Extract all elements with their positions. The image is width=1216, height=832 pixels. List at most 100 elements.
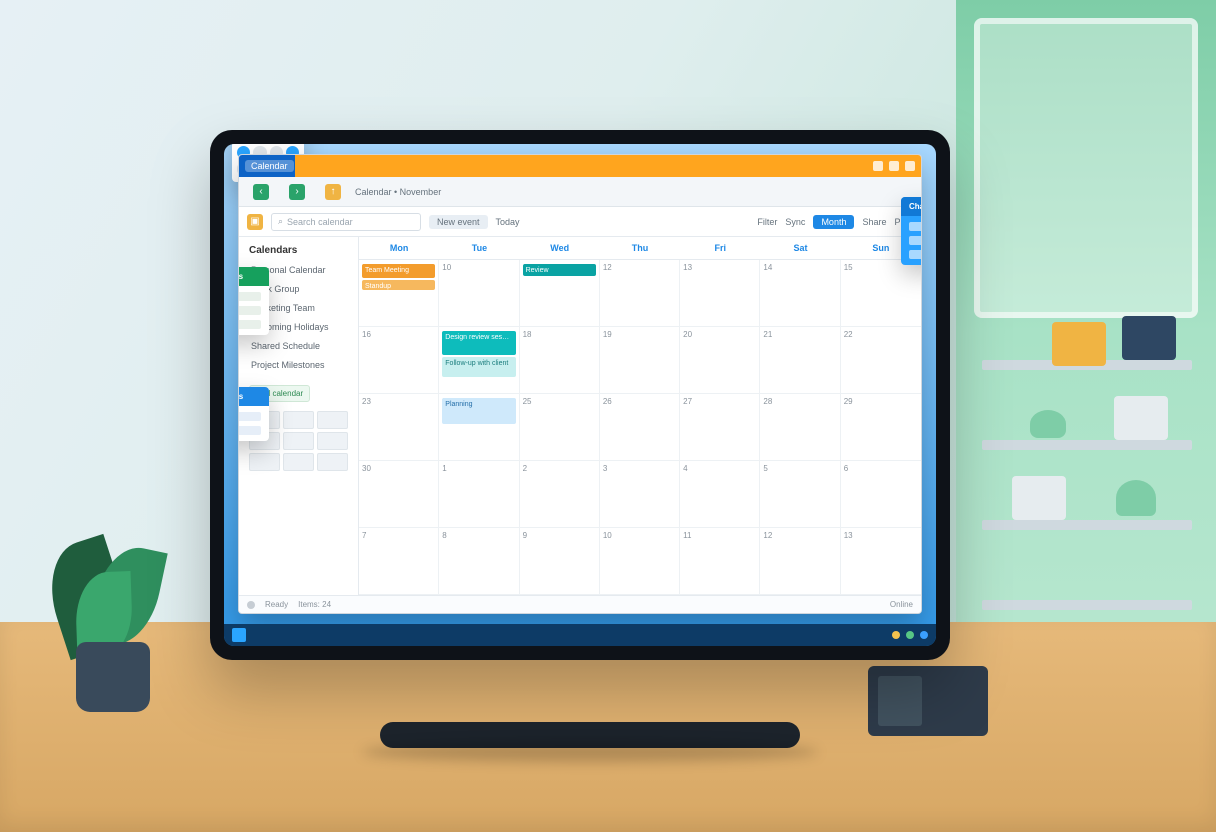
calendar-event[interactable]: Follow-up with client (442, 357, 515, 377)
calendar-cell[interactable]: 21 (760, 327, 840, 394)
desktop[interactable]: Apps Calendar (224, 144, 936, 646)
calendar-cell[interactable]: 7 (359, 528, 439, 595)
calendar-cell[interactable]: 3 (600, 461, 680, 528)
chevron-right-icon: › (289, 184, 305, 200)
filter-button[interactable]: Filter (757, 217, 777, 227)
shelf (982, 520, 1192, 530)
calendar-cell[interactable]: 26 (600, 394, 680, 461)
calendar-event[interactable]: Standup (362, 280, 435, 290)
calendar-cell[interactable]: 16 (359, 327, 439, 394)
calendar-cell[interactable]: 1 (439, 461, 519, 528)
search-placeholder: Search calendar (287, 217, 353, 227)
chat-contact[interactable] (909, 236, 922, 245)
new-event-button[interactable]: New event (429, 215, 488, 229)
toolbar: ▣ ⌕ Search calendar New event Today Filt… (239, 207, 921, 237)
status-connection: Online (890, 600, 913, 609)
calendar-cell[interactable]: 12 (600, 260, 680, 327)
notes-panel[interactable]: Notes (238, 387, 269, 441)
calendar-cell[interactable]: 10 (600, 528, 680, 595)
calendar-cell[interactable]: 25 (520, 394, 600, 461)
mini-month[interactable] (283, 411, 314, 429)
day-header: Tue (439, 237, 519, 259)
calendar-cell[interactable]: 15 (841, 260, 921, 327)
sync-button[interactable]: Sync (785, 217, 805, 227)
calendar-grid[interactable]: 9Team MeetingStandup1011Review1213141516… (359, 260, 921, 595)
calendar-cell[interactable]: 29 (841, 394, 921, 461)
today-button[interactable]: Today (496, 217, 520, 227)
task-item[interactable] (238, 320, 261, 329)
nav-back-button[interactable]: ‹ (247, 181, 275, 203)
calendar-event[interactable]: Design review session (442, 331, 515, 355)
share-button[interactable]: Share (862, 217, 886, 227)
breadcrumb[interactable]: Calendar • November (355, 187, 441, 197)
window-maximize-button[interactable] (889, 161, 899, 171)
calendar-cell[interactable]: 19 (600, 327, 680, 394)
tray-icon[interactable] (892, 631, 900, 639)
start-button[interactable] (232, 628, 246, 642)
calendar-event[interactable]: Review (523, 264, 596, 276)
calendar-cell[interactable]: 13 (680, 260, 760, 327)
status-text: Ready (265, 600, 288, 609)
task-item[interactable] (238, 292, 261, 301)
chat-contact[interactable] (909, 222, 922, 231)
calendar-cell[interactable]: 30 (359, 461, 439, 528)
calendar-event[interactable]: Team Meeting (362, 264, 435, 278)
mini-month[interactable] (317, 453, 348, 471)
window-title: Calendar (245, 160, 294, 172)
calendar-cell[interactable]: 9 (520, 528, 600, 595)
mini-month[interactable] (283, 453, 314, 471)
calendar-cell[interactable]: 14 (760, 260, 840, 327)
mini-month[interactable] (283, 432, 314, 450)
calendar-cell[interactable]: 6 (841, 461, 921, 528)
window-minimize-button[interactable] (873, 161, 883, 171)
calendar-cell[interactable]: 12 (760, 528, 840, 595)
chat-contact[interactable] (909, 250, 922, 259)
mini-month[interactable] (317, 432, 348, 450)
task-item[interactable] (238, 306, 261, 315)
chat-panel[interactable]: Chat (901, 197, 922, 265)
window-close-button[interactable] (905, 161, 915, 171)
mini-month[interactable] (317, 411, 348, 429)
status-indicator-icon (247, 601, 255, 609)
shelf-box (1114, 396, 1168, 440)
calendar-cell[interactable]: 27 (680, 394, 760, 461)
keyboard (380, 722, 800, 748)
calendar-cell[interactable]: 11 (680, 528, 760, 595)
tray-icon[interactable] (906, 631, 914, 639)
system-tray[interactable] (892, 624, 928, 646)
os-taskbar[interactable] (224, 624, 936, 646)
calendar-cell[interactable]: 11Review (520, 260, 600, 327)
note-item[interactable] (238, 412, 261, 421)
sidebar-item-shared[interactable]: Shared Schedule (249, 337, 348, 355)
calendar-cell[interactable]: 18 (520, 327, 600, 394)
nav-forward-button[interactable]: › (283, 181, 311, 203)
shelf-box (1052, 322, 1106, 366)
calendar-cell[interactable]: 22 (841, 327, 921, 394)
calendar-cell[interactable]: 13 (841, 528, 921, 595)
calendar-cell[interactable]: 24Planning (439, 394, 519, 461)
calendar-cell[interactable]: 10 (439, 260, 519, 327)
titlebar[interactable]: Calendar (239, 155, 921, 177)
calendar-cell[interactable]: 5 (760, 461, 840, 528)
desk-plant (42, 542, 182, 712)
calendar-cell[interactable]: 23 (359, 394, 439, 461)
view-switch-button[interactable]: Month (813, 215, 854, 229)
mini-month[interactable] (249, 453, 280, 471)
tasks-panel[interactable]: Tasks (238, 267, 269, 335)
nav-up-button[interactable]: ↑ (319, 181, 347, 203)
calendar-cell[interactable]: 20 (680, 327, 760, 394)
folder-icon: ▣ (247, 214, 263, 230)
calendar-cell[interactable]: 28 (760, 394, 840, 461)
calendar-event[interactable]: Planning (442, 398, 515, 424)
calendar-cell[interactable]: 8 (439, 528, 519, 595)
tray-icon[interactable] (920, 631, 928, 639)
calendar-cell[interactable]: 9Team MeetingStandup (359, 260, 439, 327)
sidebar-item-milestones[interactable]: Project Milestones (249, 356, 348, 374)
calendar-cell[interactable]: 2 (520, 461, 600, 528)
calendar-cell[interactable]: 17Design review sessionFollow-up with cl… (439, 327, 519, 394)
calendar-cell[interactable]: 4 (680, 461, 760, 528)
day-header: Thu (600, 237, 680, 259)
search-input[interactable]: ⌕ Search calendar (271, 213, 421, 231)
status-item-count: Items: 24 (298, 600, 331, 609)
note-item[interactable] (238, 426, 261, 435)
